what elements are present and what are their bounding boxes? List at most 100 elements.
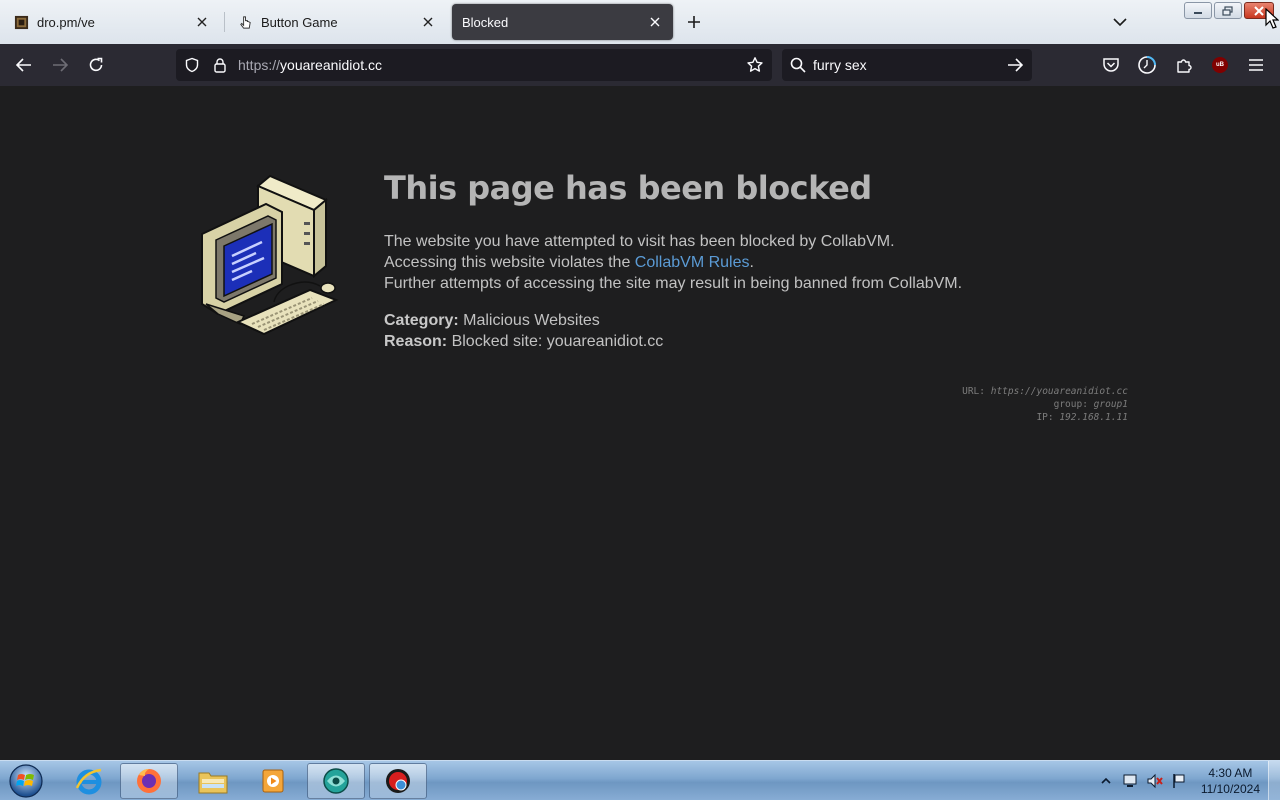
taskbar-file-explorer[interactable] xyxy=(184,763,242,799)
firefox-icon xyxy=(137,769,161,793)
minimize-button[interactable] xyxy=(1184,2,1212,19)
pocket-icon xyxy=(1103,58,1119,72)
block-message-line-1: The website you have attempted to visit … xyxy=(384,233,895,250)
retro-computer-illustration xyxy=(201,174,339,336)
extensions-button[interactable] xyxy=(1170,51,1198,79)
tab-title: Blocked xyxy=(462,14,509,30)
teal-app-icon xyxy=(323,768,349,794)
show-hidden-icons-icon[interactable] xyxy=(1100,775,1112,787)
block-details: Category: Malicious Websites Reason: Blo… xyxy=(384,310,663,352)
rules-suffix-text: . xyxy=(749,254,754,271)
navigation-toolbar: https://youareanidiot.cc furry sex uB xyxy=(0,44,1280,86)
red-app-icon xyxy=(386,769,410,793)
blocked-page: This page has been blocked The website y… xyxy=(0,86,1280,760)
arrow-right-icon xyxy=(53,58,68,72)
url-text[interactable]: https://youareanidiot.cc xyxy=(238,57,382,73)
tab-close-icon[interactable] xyxy=(647,14,663,30)
reload-icon xyxy=(89,57,103,72)
account-sync-button[interactable] xyxy=(1133,51,1161,79)
window-controls xyxy=(1184,2,1274,19)
debug-url-value: https://youareanidiot.cc xyxy=(990,386,1128,397)
tracking-protection-shield-icon[interactable] xyxy=(183,56,201,74)
tab-close-icon[interactable] xyxy=(194,14,210,30)
system-tray xyxy=(1100,761,1186,800)
reason-label: Reason: xyxy=(384,333,448,350)
network-icon[interactable] xyxy=(1122,773,1138,789)
rules-prefix-text: Accessing this website violates the xyxy=(384,254,635,271)
url-scheme: https:// xyxy=(238,57,281,73)
category-row: Category: Malicious Websites xyxy=(384,310,663,331)
debug-group-label: group: xyxy=(1053,399,1088,410)
puzzle-piece-icon xyxy=(1177,59,1192,73)
debug-info: URL: https://youareanidiot.cc group: gro… xyxy=(962,385,1128,424)
hamburger-menu-icon xyxy=(1249,59,1263,71)
internet-explorer-icon xyxy=(75,768,102,795)
tab-button-game[interactable]: Button Game xyxy=(228,4,446,40)
block-message-line-2: Accessing this website violates the Coll… xyxy=(384,252,962,273)
search-go-arrow-icon[interactable] xyxy=(1006,56,1024,74)
app-menu-button[interactable] xyxy=(1242,51,1270,79)
volume-muted-icon[interactable] xyxy=(1146,773,1164,789)
chevron-down-icon xyxy=(1113,18,1127,27)
folder-icon xyxy=(198,772,228,794)
plus-icon xyxy=(688,16,700,28)
show-desktop-button[interactable] xyxy=(1268,761,1280,800)
taskbar-media-player[interactable] xyxy=(244,763,302,799)
action-center-flag-icon[interactable] xyxy=(1172,773,1186,789)
sync-account-icon xyxy=(1138,56,1156,74)
windows-taskbar: 4:30 AM 11/10/2024 xyxy=(0,760,1280,800)
taskbar-firefox[interactable] xyxy=(120,763,178,799)
close-icon xyxy=(1254,5,1264,16)
pocket-button[interactable] xyxy=(1097,51,1125,79)
reason-row: Reason: Blocked site: youareanidiot.cc xyxy=(384,331,663,352)
block-message-line-3: Further attempts of accessing the site m… xyxy=(384,275,963,292)
lock-icon[interactable] xyxy=(211,56,229,74)
reason-value: Blocked site: youareanidiot.cc xyxy=(451,333,664,350)
debug-url-row: URL: https://youareanidiot.cc xyxy=(962,385,1128,398)
new-tab-button[interactable] xyxy=(682,10,706,34)
clock-time: 4:30 AM xyxy=(1208,766,1253,780)
debug-group-value: group1 xyxy=(1093,399,1128,410)
ublock-origin-button[interactable]: uB xyxy=(1206,51,1234,79)
pointer-favicon-icon xyxy=(240,15,251,29)
start-button[interactable] xyxy=(6,762,46,800)
url-host: youareanidiot.cc xyxy=(280,57,382,73)
minimize-icon xyxy=(1194,11,1202,14)
restore-button[interactable] xyxy=(1214,2,1242,19)
url-bar[interactable]: https://youareanidiot.cc xyxy=(176,49,772,81)
search-icon xyxy=(789,56,807,74)
debug-url-label: URL: xyxy=(962,386,985,397)
ublock-origin-icon: uB xyxy=(1212,57,1228,73)
debug-ip-value: 192.168.1.11 xyxy=(1059,412,1128,423)
taskbar-internet-explorer[interactable] xyxy=(60,763,118,799)
debug-ip-label: IP: xyxy=(1036,412,1054,423)
bookmark-star-icon[interactable] xyxy=(746,56,764,74)
debug-ip-row: IP: 192.168.1.11 xyxy=(962,411,1128,424)
collabvm-rules-link[interactable]: CollabVM Rules xyxy=(635,254,750,271)
tab-separator xyxy=(224,12,225,32)
taskbar-app-teal[interactable] xyxy=(307,763,365,799)
forward-button[interactable] xyxy=(46,51,74,79)
category-label: Category: xyxy=(384,312,459,329)
reload-button[interactable] xyxy=(82,51,110,79)
clock-date: 11/10/2024 xyxy=(1200,782,1260,796)
tab-dro-pm[interactable]: dro.pm/ve xyxy=(4,4,220,40)
taskbar-clock[interactable]: 4:30 AM 11/10/2024 xyxy=(1201,765,1260,797)
debug-group-row: group: group1 xyxy=(962,398,1128,411)
page-title: This page has been blocked xyxy=(384,169,872,207)
search-bar[interactable]: furry sex xyxy=(782,49,1032,81)
category-value: Malicious Websites xyxy=(463,312,600,329)
back-button[interactable] xyxy=(10,51,38,79)
list-all-tabs-button[interactable] xyxy=(1108,10,1132,34)
taskbar-app-red[interactable] xyxy=(369,763,427,799)
windows-start-orb-icon xyxy=(9,764,43,798)
tab-blocked[interactable]: Blocked xyxy=(452,4,673,40)
tab-title: Button Game xyxy=(261,14,338,30)
tab-strip: dro.pm/ve Button Game Blocked xyxy=(0,0,1280,44)
tab-close-icon[interactable] xyxy=(420,14,436,30)
site-favicon-icon xyxy=(14,15,29,29)
search-query-text: furry sex xyxy=(813,57,867,73)
tab-title: dro.pm/ve xyxy=(37,14,95,30)
arrow-left-icon xyxy=(16,58,31,72)
mouse-cursor-icon xyxy=(1265,8,1279,29)
